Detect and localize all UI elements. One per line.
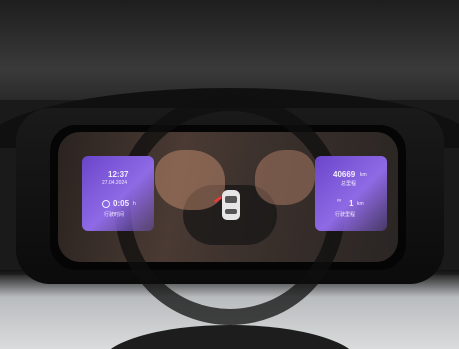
- date: 27.04.2024: [102, 180, 128, 186]
- trip-distance: 1: [349, 199, 354, 208]
- odometer-unit: km: [360, 172, 367, 178]
- hand-reflection-right: [255, 150, 315, 205]
- odometer-value: 40669: [333, 170, 356, 179]
- drive-time-label: 行驶时间: [104, 212, 125, 218]
- clock-icon: [102, 200, 110, 208]
- windshield: [0, 0, 459, 100]
- car-door-open-icon: [222, 190, 240, 220]
- time-tile: 12:37 27.04.2024 0:05 h 行驶时间: [82, 156, 154, 231]
- dashboard-photo: 12:37 27.04.2024 0:05 h 行驶时间 40669 km 总里…: [0, 0, 459, 349]
- odometer-label: 总里程: [341, 181, 357, 187]
- car-windshield-shape: [225, 196, 237, 203]
- trip-icon: ∞: [337, 198, 342, 204]
- drive-time-unit: h: [133, 201, 136, 207]
- car-rear-window-shape: [225, 209, 237, 214]
- drive-time: 0:05: [113, 199, 130, 208]
- distance-tile: 40669 km 总里程 ∞ 1 km 行驶里程: [315, 156, 387, 231]
- trip-distance-unit: km: [357, 201, 364, 207]
- trip-label: 行驶里程: [335, 212, 356, 218]
- clock-time: 12:37: [108, 170, 129, 179]
